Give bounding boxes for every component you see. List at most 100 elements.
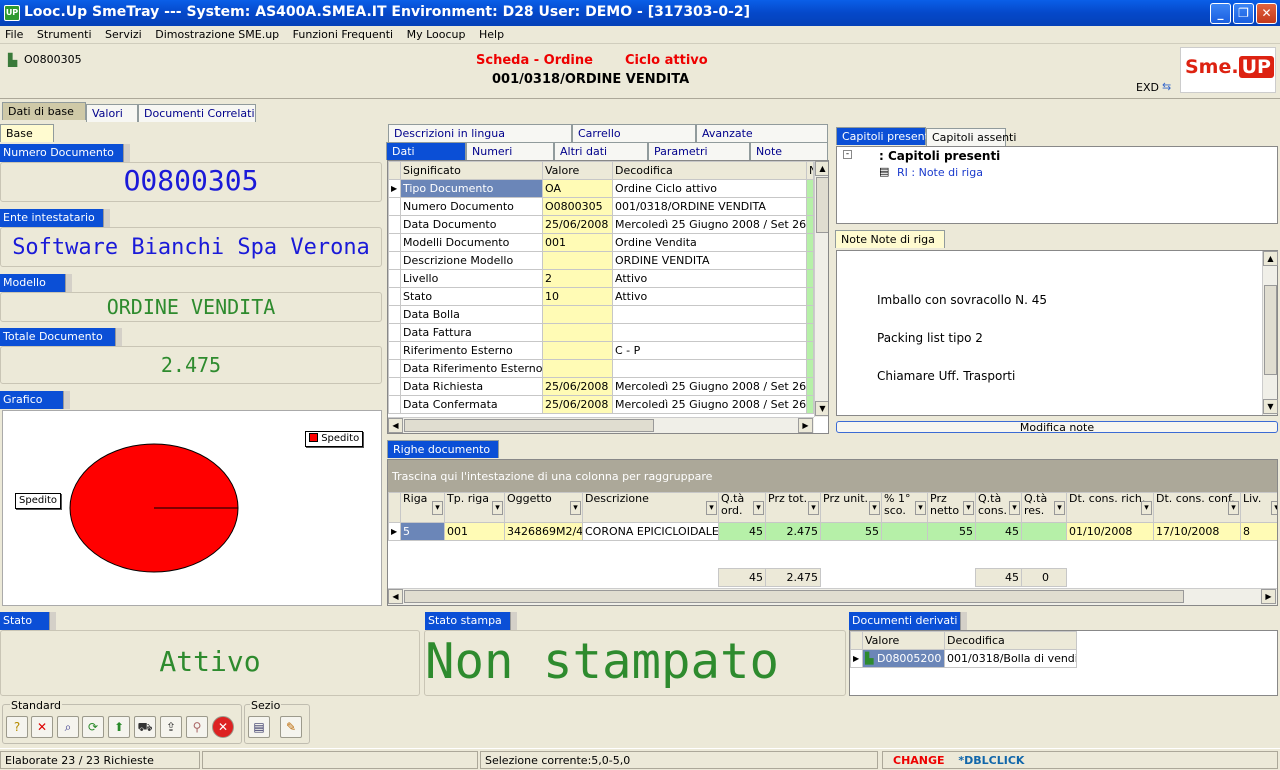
column-filter-icon[interactable]: ▾ bbox=[1228, 501, 1239, 515]
field-decodifica[interactable]: Ordine Ciclo attivo bbox=[612, 179, 807, 198]
col-qta-res[interactable]: Q.tà res. ▾ bbox=[1021, 492, 1067, 523]
col-decodifica[interactable]: Decodifica bbox=[612, 161, 807, 180]
tab-note[interactable]: Note bbox=[750, 142, 828, 160]
field-decodifica[interactable] bbox=[612, 323, 807, 342]
cart-icon[interactable]: ⛟ bbox=[134, 716, 156, 738]
field-row[interactable]: Riferimento Esterno C - P bbox=[388, 341, 814, 360]
tab-numeri[interactable]: Numeri bbox=[466, 142, 554, 160]
field-row[interactable]: Data Fattura bbox=[388, 323, 814, 342]
row-header[interactable] bbox=[388, 269, 401, 288]
upload-icon[interactable]: ⇪ bbox=[160, 716, 182, 738]
tab-base[interactable]: Base bbox=[0, 124, 54, 142]
cell-riga[interactable]: 5 bbox=[400, 522, 445, 541]
column-filter-icon[interactable]: ▾ bbox=[1271, 501, 1277, 515]
edit-icon[interactable]: ✎ bbox=[280, 716, 302, 738]
col-qta-cons[interactable]: Q.tà cons. ▾ bbox=[975, 492, 1022, 523]
zoom-icon[interactable]: ⚲ bbox=[186, 716, 208, 738]
close-button[interactable]: ✕ bbox=[1256, 3, 1277, 24]
field-decodifica[interactable]: Attivo bbox=[612, 287, 807, 306]
row-header[interactable] bbox=[388, 323, 401, 342]
row-header[interactable] bbox=[388, 305, 401, 324]
tab-capitoli-presenti[interactable]: Capitoli presenti bbox=[836, 127, 932, 145]
row-header[interactable] bbox=[388, 215, 401, 234]
tab-carrello[interactable]: Carrello bbox=[572, 124, 696, 142]
tab-note-di-riga[interactable]: Note Note di riga bbox=[835, 230, 945, 248]
field-decodifica[interactable]: C - P bbox=[612, 341, 807, 360]
form-icon[interactable]: ▤ bbox=[248, 716, 270, 738]
notes-scroll-up-icon[interactable]: ▲ bbox=[1263, 251, 1278, 266]
field-valore[interactable]: OA bbox=[542, 179, 613, 198]
righe-hscroll[interactable]: ◀ ▶ bbox=[388, 588, 1277, 605]
field-decodifica[interactable]: Mercoledì 25 Giugno 2008 / Set 26 bbox=[612, 215, 807, 234]
derivati-row[interactable]: ▶ ▙ D08005200 001/0318/Bolla di vendita bbox=[850, 649, 1077, 668]
col-dt-cons-rich[interactable]: Dt. cons. rich. ▾ bbox=[1066, 492, 1154, 523]
tree-root[interactable]: : Capitoli presenti bbox=[879, 149, 1000, 163]
cell-dt-cons-conf[interactable]: 17/10/2008 bbox=[1153, 522, 1241, 541]
field-row[interactable]: ▶ Tipo Documento OA Ordine Ciclo attivo bbox=[388, 179, 814, 198]
row-header[interactable] bbox=[388, 197, 401, 216]
col-descrizione[interactable]: Descrizione ▾ bbox=[582, 492, 719, 523]
scroll-up-icon[interactable]: ▲ bbox=[815, 161, 828, 176]
field-row[interactable]: Data Riferimento Esterno bbox=[388, 359, 814, 378]
exd-icon[interactable]: ⇆ bbox=[1162, 80, 1171, 93]
field-valore[interactable]: 25/06/2008 bbox=[542, 377, 613, 396]
field-decodifica[interactable]: Attivo bbox=[612, 269, 807, 288]
cell-descrizione[interactable]: CORONA EPICICLOIDALE bbox=[582, 522, 719, 541]
field-row[interactable]: Stato 10 Attivo bbox=[388, 287, 814, 306]
col-liv[interactable]: Liv. ▾ bbox=[1240, 492, 1277, 523]
tab-documenti-correlati[interactable]: Documenti Correlati bbox=[138, 104, 256, 122]
tab-righe-documento[interactable]: Righe documento bbox=[387, 440, 499, 458]
field-valore[interactable] bbox=[542, 359, 613, 378]
cell-liv[interactable]: 8 bbox=[1240, 522, 1277, 541]
field-significato[interactable]: Data Bolla bbox=[400, 305, 543, 324]
field-row[interactable]: Modelli Documento 001 Ordine Vendita bbox=[388, 233, 814, 252]
col-prz-netto[interactable]: Prz netto ▾ bbox=[927, 492, 976, 523]
field-significato[interactable]: Riferimento Esterno bbox=[400, 341, 543, 360]
field-significato[interactable]: Stato bbox=[400, 287, 543, 306]
fields-hscroll[interactable]: ◀ ▶ bbox=[388, 417, 814, 433]
cell-oggetto[interactable]: 3426869M2/4 bbox=[504, 522, 583, 541]
row-header[interactable] bbox=[388, 341, 401, 360]
scroll-left-icon[interactable]: ◀ bbox=[388, 418, 403, 433]
col-riga[interactable]: Riga ▾ bbox=[400, 492, 445, 523]
menu-dimostrazione[interactable]: Dimostrazione SME.up bbox=[150, 26, 284, 41]
cell-dt-cons-rich[interactable]: 01/10/2008 bbox=[1066, 522, 1154, 541]
menu-strumenti[interactable]: Strumenti bbox=[32, 26, 97, 41]
menu-file[interactable]: File bbox=[0, 26, 28, 41]
field-decodifica[interactable]: Mercoledì 25 Giugno 2008 / Set 26 bbox=[612, 377, 807, 396]
restore-button[interactable]: ❐ bbox=[1233, 3, 1254, 24]
field-row[interactable]: Descrizione Modello ORDINE VENDITA bbox=[388, 251, 814, 270]
notes-scroll-down-icon[interactable]: ▼ bbox=[1263, 399, 1278, 414]
column-filter-icon[interactable]: ▾ bbox=[706, 501, 717, 515]
tab-avanzate[interactable]: Avanzate bbox=[696, 124, 828, 142]
col-derivati-valore[interactable]: Valore bbox=[862, 631, 945, 650]
row-header[interactable] bbox=[388, 287, 401, 306]
menu-servizi[interactable]: Servizi bbox=[100, 26, 147, 41]
column-filter-icon[interactable]: ▾ bbox=[753, 501, 764, 515]
column-filter-icon[interactable]: ▾ bbox=[1054, 501, 1065, 515]
field-decodifica[interactable]: 001/0318/ORDINE VENDITA bbox=[612, 197, 807, 216]
tab-dati-di-base[interactable]: Dati di base bbox=[2, 102, 86, 120]
field-significato[interactable]: Data Documento bbox=[400, 215, 543, 234]
field-row[interactable]: Numero Documento O0800305 001/0318/ORDINE … bbox=[388, 197, 814, 216]
field-significato[interactable]: Data Riferimento Esterno bbox=[400, 359, 543, 378]
column-filter-icon[interactable]: ▾ bbox=[808, 501, 819, 515]
cell-prz-tot[interactable]: 2.475 bbox=[765, 522, 821, 541]
row-header[interactable] bbox=[388, 395, 401, 414]
col-dt-cons-conf[interactable]: Dt. cons. conf. ▾ bbox=[1153, 492, 1241, 523]
cell-qta-cons[interactable]: 45 bbox=[975, 522, 1022, 541]
row-pointer-icon[interactable]: ▶ bbox=[388, 179, 401, 198]
field-row[interactable]: Data Documento 25/06/2008 Mercoledì 25 Giu… bbox=[388, 215, 814, 234]
col-sconto[interactable]: % 1° sco. ▾ bbox=[881, 492, 928, 523]
righe-scroll-left-icon[interactable]: ◀ bbox=[388, 589, 403, 604]
field-significato[interactable]: Data Richiesta bbox=[400, 377, 543, 396]
field-decodifica[interactable]: ORDINE VENDITA bbox=[612, 251, 807, 270]
column-filter-icon[interactable]: ▾ bbox=[915, 501, 926, 515]
tree-child[interactable]: RI : Note di riga bbox=[897, 166, 983, 179]
row-header[interactable] bbox=[388, 251, 401, 270]
column-filter-icon[interactable]: ▾ bbox=[492, 501, 503, 515]
modifica-note-button[interactable]: Modifica note bbox=[836, 421, 1278, 433]
field-valore[interactable] bbox=[542, 305, 613, 324]
righe-scroll-right-icon[interactable]: ▶ bbox=[1261, 589, 1276, 604]
field-valore[interactable]: 25/06/2008 bbox=[542, 395, 613, 414]
